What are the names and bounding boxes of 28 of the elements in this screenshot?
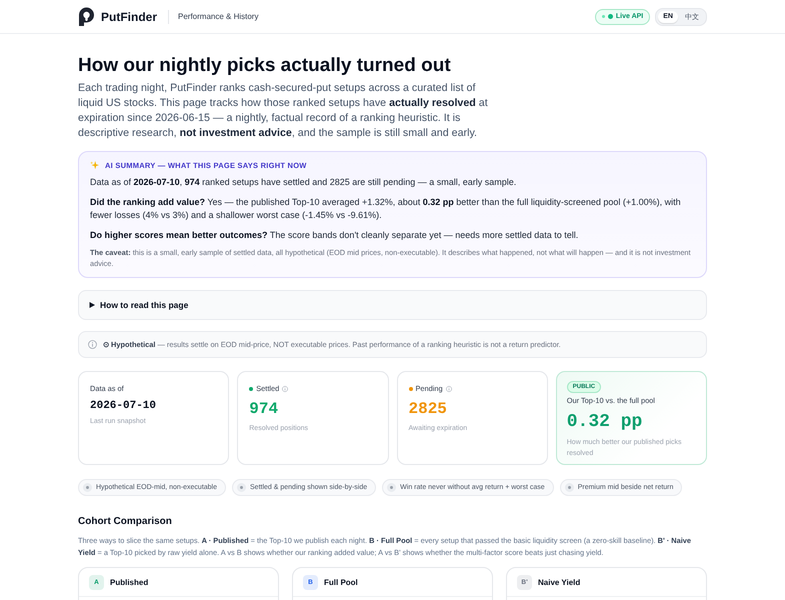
cohort-name: Full Pool (324, 578, 358, 586)
card-value: 2026-07-10 (90, 400, 156, 412)
card-value: 0.32 pp (566, 411, 642, 433)
dot-icon (564, 483, 574, 492)
info-icon (446, 386, 452, 392)
info-icon (88, 340, 97, 349)
summary-paragraph: Did the ranking add value? Yes — the published Top-10 averaged +1.32%, about 0.32 pp better than the full liquidity-screened pool (+1.00%), with fewer losses (4% vs 3%) and a shallower worst case (-1.45% vs -9.61%). (90, 196, 682, 222)
disclosure-triangle-icon (89, 302, 95, 308)
card-value: 974 (249, 399, 278, 419)
pulse-dot-icon (602, 15, 605, 18)
how-to-read-toggle[interactable]: How to read this page (78, 290, 707, 320)
sparkle-icon (90, 161, 99, 170)
info-icon (282, 386, 288, 392)
summary-paragraph: Do higher scores mean better outcomes? The score bands don't cleanly separate yet — needs more settled data to tell. (90, 228, 580, 242)
summary-paragraph: Data as of 2026-07-10, 974 ranked setups have settled and 2825 are still pending — a small, early sample. (90, 176, 518, 189)
section-title: Performance & History (178, 12, 258, 21)
dot-icon (237, 483, 246, 492)
intro-paragraph: Each trading night, PutFinder ranks cash-secured-put setups across a curated list of liquid US stocks. This page tracks how those ranked setups have actually resolved at expiration since 2026-06-15 — a nightly, factual record of a ranking heuristic. It is descriptive research, not investment advice, and the sample is still small and early. (78, 81, 489, 141)
cohort-name: Published (110, 578, 148, 586)
dot-icon (83, 483, 92, 492)
card-value: 2825 (408, 399, 447, 419)
section-heading: Cohort Comparison (78, 516, 173, 527)
brand-name: PutFinder (101, 10, 157, 24)
page-title: How our nightly picks actually turned out (78, 55, 452, 77)
logo-icon (78, 6, 95, 26)
dot-icon (387, 483, 396, 492)
status-dot-icon (608, 14, 613, 19)
cohort-name: Naive Yield (538, 578, 580, 586)
